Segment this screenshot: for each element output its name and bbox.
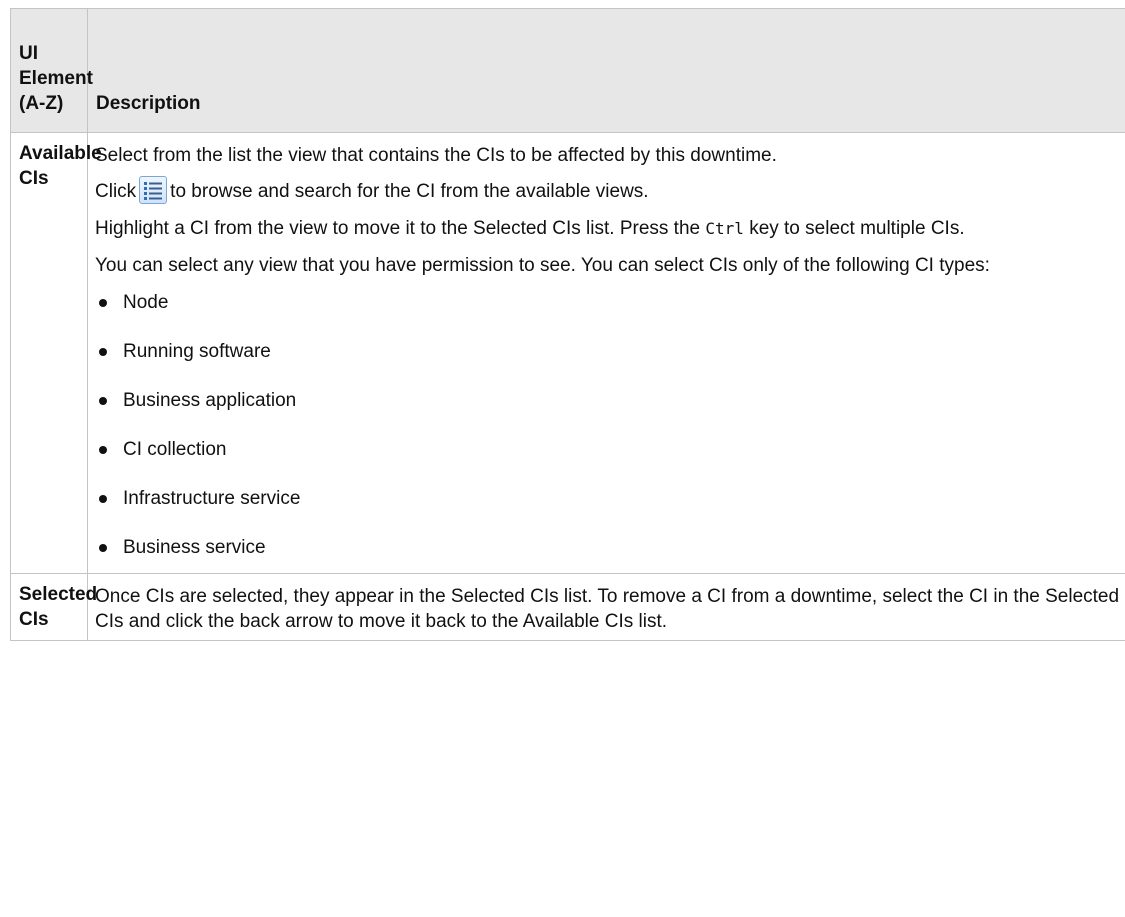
ci-types-list: Node Running software Business applicati… — [95, 290, 1125, 567]
list-view-icon[interactable] — [139, 176, 168, 204]
ci-type-label: CI collection — [123, 439, 227, 460]
description-paragraph-click: Click to browse and search for the CI fr… — [95, 176, 1125, 204]
header-ui-element-line: (A-Z) — [19, 93, 64, 114]
header-ui-element-line: UI — [19, 43, 38, 64]
list-item: Business service — [95, 535, 1125, 567]
bullet-icon — [99, 348, 107, 356]
element-name-line: CIs — [19, 609, 49, 630]
bullet-icon — [99, 446, 107, 454]
click-text-after: to browse and search for the CI from the… — [170, 181, 649, 202]
bullet-icon — [99, 544, 107, 552]
ui-element-table: UI Element (A-Z) Description Available C… — [10, 8, 1125, 641]
header-description: Description — [87, 8, 1125, 133]
ci-type-label: Node — [123, 292, 169, 313]
ci-type-label: Infrastructure service — [123, 488, 301, 509]
list-item: Infrastructure service — [95, 486, 1125, 535]
ci-type-label: Running software — [123, 341, 271, 362]
description-paragraph: Select from the list the view that conta… — [95, 145, 777, 166]
table-header-row: UI Element (A-Z) Description — [10, 8, 1125, 133]
bullet-icon — [99, 495, 107, 503]
bullet-icon — [99, 397, 107, 405]
header-ui-element: UI Element (A-Z) — [10, 8, 93, 133]
list-item: CI collection — [95, 437, 1125, 486]
element-cell-selected-cis: Selected CIs — [10, 573, 97, 641]
element-name-line: Selected — [19, 584, 98, 605]
description-paragraph-highlight: Highlight a CI from the view to move it … — [95, 216, 1125, 241]
element-name-line: Available — [19, 143, 102, 164]
highlight-text-after: key to select multiple CIs. — [749, 218, 965, 239]
table-row-selected-cis: Selected CIs Once CIs are selected, they… — [10, 573, 1125, 641]
element-cell-available-cis: Available CIs — [10, 132, 102, 574]
header-ui-element-line: Element — [19, 68, 93, 89]
description-paragraph-permission: You can select any view that you have pe… — [95, 255, 990, 276]
click-text: Click — [95, 181, 137, 202]
list-item: Running software — [95, 339, 1125, 388]
bullet-icon — [99, 299, 107, 307]
highlight-text: Highlight a CI from the view to move it … — [95, 218, 701, 239]
ci-type-label: Business application — [123, 390, 297, 411]
description-paragraph: Once CIs are selected, they appear in th… — [95, 586, 1120, 632]
description-cell-selected-cis: Once CIs are selected, they appear in th… — [87, 573, 1125, 641]
ctrl-key-code: Ctrl — [705, 219, 744, 238]
description-cell-available-cis: Select from the list the view that conta… — [87, 132, 1125, 574]
ci-type-label: Business service — [123, 537, 266, 558]
table-row-available-cis: Available CIs Select from the list the v… — [10, 132, 1125, 574]
list-item: Node — [95, 290, 1125, 339]
element-name-line: CIs — [19, 168, 49, 189]
list-item: Business application — [95, 388, 1125, 437]
